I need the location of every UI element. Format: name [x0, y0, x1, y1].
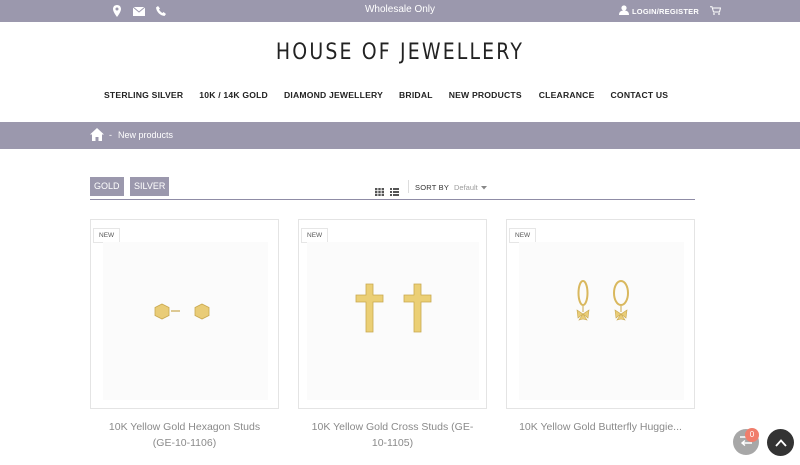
caret-down-icon — [480, 183, 487, 192]
product-image-butterfly-huggies[interactable] — [507, 220, 696, 410]
user-icon — [619, 5, 629, 17]
chevron-up-icon — [774, 434, 787, 452]
nav-item-clearance[interactable]: CLEARANCE — [539, 90, 595, 104]
nav-item-10k-14k-gold[interactable]: 10K / 14K GOLD — [199, 90, 268, 104]
site-logo[interactable]: HOUSE OF JEWELLERY — [56, 40, 744, 65]
filter-silver-button[interactable]: SILVER — [130, 177, 170, 196]
login-register-label: LOGIN/REGISTER — [632, 6, 699, 16]
product-image-cross-studs[interactable] — [299, 220, 488, 410]
sort-select-value: Default — [454, 183, 478, 192]
top-bar: Wholesale Only LOGIN/REGISTER — [0, 0, 800, 22]
sort-select[interactable]: Default — [454, 183, 487, 192]
product-title-line2: (GE-10-1106) — [152, 437, 217, 449]
cart-icon[interactable] — [709, 5, 722, 17]
breadcrumb-current: New products — [118, 130, 174, 140]
sort-by-label: SORT BY — [415, 183, 450, 192]
back-to-top-button[interactable] — [767, 429, 794, 456]
breadcrumb-separator: - — [109, 130, 112, 140]
product-card[interactable]: NEW — [90, 219, 279, 409]
filter-gold-button[interactable]: GOLD — [90, 177, 124, 196]
breadcrumb: - New products — [0, 122, 800, 149]
product-title-line1: 10K Yellow Gold Cross Studs (GE- — [311, 421, 474, 433]
toolbar-divider — [408, 180, 409, 193]
nav-item-bridal[interactable]: BRIDAL — [399, 90, 433, 104]
main-nav: STERLING SILVER 10K / 14K GOLD DIAMOND J… — [104, 90, 668, 104]
product-image-hexagon-studs[interactable] — [91, 220, 280, 410]
nav-item-contact-us[interactable]: CONTACT US — [611, 90, 669, 104]
product-title[interactable]: 10K Yellow Gold Hexagon Studs (GE-10-110… — [90, 419, 279, 451]
nav-item-sterling-silver[interactable]: STERLING SILVER — [104, 90, 183, 104]
compare-count-badge: 0 — [745, 428, 759, 442]
login-register-link[interactable]: LOGIN/REGISTER — [619, 4, 722, 18]
home-icon[interactable] — [90, 128, 104, 141]
product-title-line2: 10-1105) — [371, 437, 414, 449]
nav-item-new-products[interactable]: NEW PRODUCTS — [449, 90, 522, 104]
product-card[interactable]: NEW — [506, 219, 695, 409]
product-card[interactable]: NEW — [298, 219, 487, 409]
product-title[interactable]: 10K Yellow Gold Butterfly Huggie... — [506, 419, 695, 435]
product-title[interactable]: 10K Yellow Gold Cross Studs (GE- 10-1105… — [298, 419, 487, 451]
nav-item-diamond-jewellery[interactable]: DIAMOND JEWELLERY — [284, 90, 383, 104]
toolbar-rule — [90, 199, 695, 200]
list-view-icon[interactable] — [390, 183, 399, 196]
product-title-line1: 10K Yellow Gold Butterfly Huggie... — [519, 421, 682, 433]
product-title-line1: 10K Yellow Gold Hexagon Studs — [108, 421, 261, 433]
grid-view-icon[interactable] — [375, 183, 384, 196]
